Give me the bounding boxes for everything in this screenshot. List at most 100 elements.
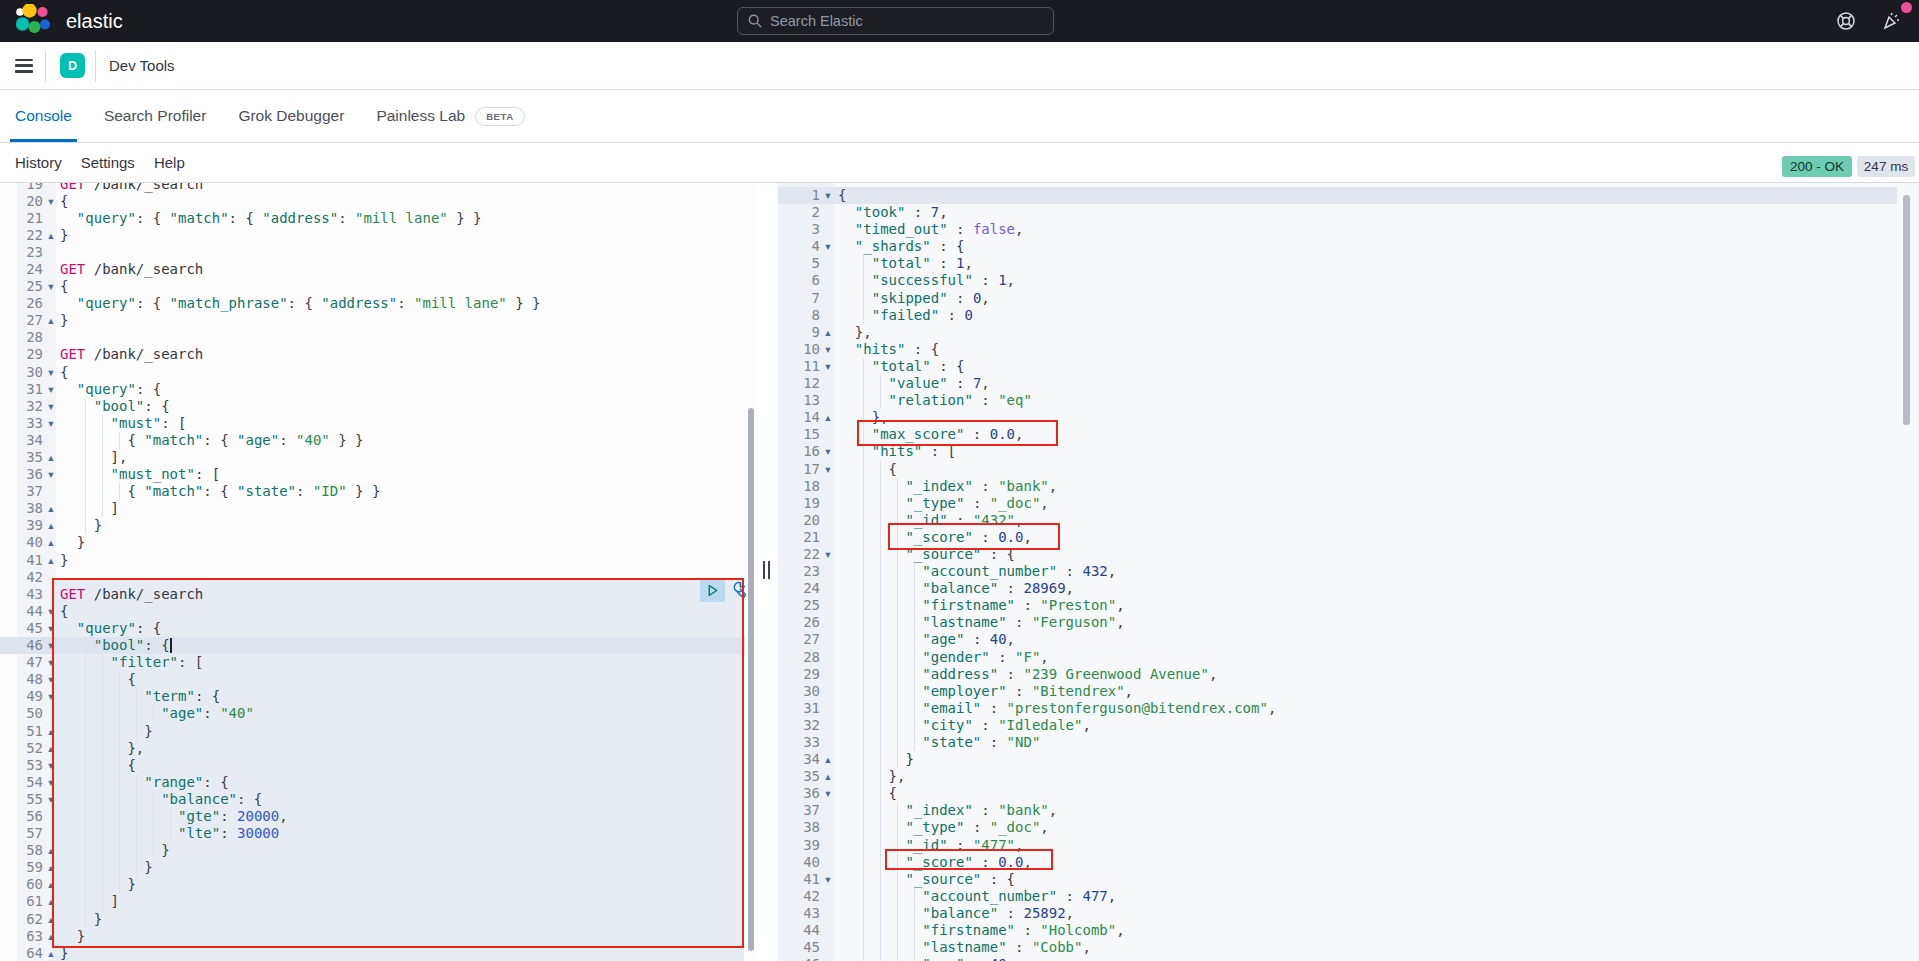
tab-console[interactable]: Console bbox=[15, 90, 72, 142]
code-line[interactable]: 29GET /bank/_search bbox=[0, 346, 756, 363]
fold-icon[interactable]: ▾ bbox=[820, 871, 836, 888]
fold-icon[interactable]: ▴ bbox=[43, 859, 59, 876]
code-line[interactable]: 47▾ "filter": [ bbox=[0, 654, 756, 671]
fold-icon[interactable]: ▾ bbox=[820, 461, 836, 478]
code-line[interactable]: 58▴ } bbox=[0, 842, 756, 859]
code-line[interactable]: 6 "successful" : 1, bbox=[756, 272, 1919, 289]
code-line[interactable]: 52▴ }, bbox=[0, 740, 756, 757]
fold-icon[interactable]: ▾ bbox=[43, 791, 59, 808]
code-line[interactable]: 18 "_index" : "bank", bbox=[756, 478, 1919, 495]
news-button[interactable] bbox=[1881, 0, 1903, 42]
code-line[interactable]: 37 { "match": { "state": "ID" } } bbox=[0, 483, 756, 500]
fold-icon[interactable]: ▴ bbox=[43, 842, 59, 859]
fold-icon[interactable]: ▴ bbox=[43, 911, 59, 928]
code-line[interactable]: 10▾ "hits" : { bbox=[756, 341, 1919, 358]
code-line[interactable]: 39 "_id" : "477", bbox=[756, 837, 1919, 854]
code-line[interactable]: 42 "account_number" : 477, bbox=[756, 888, 1919, 905]
code-line[interactable]: 33 "state" : "ND" bbox=[756, 734, 1919, 751]
fold-icon[interactable]: ▴ bbox=[43, 893, 59, 910]
fold-icon[interactable]: ▾ bbox=[820, 358, 836, 375]
code-line[interactable]: 40▴ } bbox=[0, 534, 756, 551]
code-line[interactable]: 37 "_index" : "bank", bbox=[756, 802, 1919, 819]
code-line[interactable]: 13 "relation" : "eq" bbox=[756, 392, 1919, 409]
code-line[interactable]: 11▾ "total" : { bbox=[756, 358, 1919, 375]
code-line[interactable]: 22▴} bbox=[0, 227, 756, 244]
code-line[interactable]: 33▾ "must": [ bbox=[0, 415, 756, 432]
fold-icon[interactable]: ▴ bbox=[43, 449, 59, 466]
code-line[interactable]: 63▴ } bbox=[0, 928, 756, 945]
code-line[interactable]: 39▴ } bbox=[0, 517, 756, 534]
code-line[interactable]: 34▴ } bbox=[756, 751, 1919, 768]
fold-icon[interactable]: ▴ bbox=[43, 534, 59, 551]
code-line[interactable]: 57 "lte": 30000 bbox=[0, 825, 756, 842]
fold-icon[interactable]: ▴ bbox=[43, 928, 59, 945]
code-line[interactable]: 31 "email" : "prestonferguson@bitendrex.… bbox=[756, 700, 1919, 717]
code-line[interactable]: 34 { "match": { "age": "40" } } bbox=[0, 432, 756, 449]
elastic-brand[interactable]: elastic bbox=[13, 0, 123, 42]
code-line[interactable]: 42 bbox=[0, 569, 756, 586]
right-scrollbar[interactable] bbox=[1903, 195, 1910, 425]
code-line[interactable]: 60▴ } bbox=[0, 876, 756, 893]
fold-icon[interactable]: ▴ bbox=[43, 740, 59, 757]
code-line[interactable]: 44▾{ bbox=[0, 603, 756, 620]
fold-icon[interactable]: ▾ bbox=[43, 466, 59, 483]
fold-icon[interactable]: ▾ bbox=[43, 620, 59, 637]
code-line[interactable]: 24 "balance" : 28969, bbox=[756, 580, 1919, 597]
pane-resize-handle[interactable] bbox=[763, 561, 772, 579]
left-scrollbar[interactable] bbox=[748, 408, 754, 951]
code-line[interactable]: 1▾{ bbox=[756, 187, 1919, 204]
fold-icon[interactable]: ▾ bbox=[43, 603, 59, 620]
code-line[interactable]: 16▾ "hits" : [ bbox=[756, 443, 1919, 460]
code-line[interactable]: 30 "employer" : "Bitendrex", bbox=[756, 683, 1919, 700]
code-line[interactable]: 31▾ "query": { bbox=[0, 381, 756, 398]
send-request-button[interactable] bbox=[700, 578, 725, 602]
code-line[interactable]: 23 bbox=[0, 244, 756, 261]
fold-icon[interactable]: ▴ bbox=[43, 500, 59, 517]
menu-settings[interactable]: Settings bbox=[81, 154, 135, 171]
fold-icon[interactable]: ▴ bbox=[820, 768, 836, 785]
code-line[interactable]: 15 "max_score" : 0.0, bbox=[756, 426, 1919, 443]
request-options-button[interactable] bbox=[726, 579, 749, 603]
code-line[interactable]: 35▴ ], bbox=[0, 449, 756, 466]
menu-history[interactable]: History bbox=[15, 154, 62, 171]
code-line[interactable]: 53▾ { bbox=[0, 757, 756, 774]
code-line[interactable]: 20▾{ bbox=[0, 193, 756, 210]
code-line[interactable]: 62▴ } bbox=[0, 911, 756, 928]
code-line[interactable]: 54▾ "range": { bbox=[0, 774, 756, 791]
code-line[interactable]: 45▾ "query": { bbox=[0, 620, 756, 637]
code-line[interactable]: 17▾ { bbox=[756, 461, 1919, 478]
code-line[interactable]: 32▾ "bool": { bbox=[0, 398, 756, 415]
menu-icon[interactable] bbox=[15, 59, 33, 73]
fold-icon[interactable]: ▴ bbox=[43, 517, 59, 534]
code-line[interactable]: 48▾ { bbox=[0, 671, 756, 688]
fold-icon[interactable]: ▾ bbox=[820, 785, 836, 802]
fold-icon[interactable]: ▾ bbox=[43, 398, 59, 415]
fold-icon[interactable]: ▾ bbox=[43, 278, 59, 295]
code-line[interactable]: 43 "balance" : 25892, bbox=[756, 905, 1919, 922]
code-line[interactable]: 46▾ "bool": { bbox=[0, 637, 756, 654]
code-line[interactable]: 21 "_score" : 0.0, bbox=[756, 529, 1919, 546]
code-line[interactable]: 20 "_id" : "432", bbox=[756, 512, 1919, 529]
fold-icon[interactable]: ▾ bbox=[43, 364, 59, 381]
code-line[interactable]: 46 "age" : 40, bbox=[756, 956, 1919, 961]
code-line[interactable]: 56 "gte": 20000, bbox=[0, 808, 756, 825]
code-line[interactable]: 7 "skipped" : 0, bbox=[756, 290, 1919, 307]
fold-icon[interactable]: ▾ bbox=[43, 757, 59, 774]
code-line[interactable]: 27▴} bbox=[0, 312, 756, 329]
code-line[interactable]: 2 "took" : 7, bbox=[756, 204, 1919, 221]
fold-icon[interactable]: ▾ bbox=[43, 637, 59, 654]
tab-painless-lab[interactable]: Painless LabBETA bbox=[376, 90, 524, 142]
fold-icon[interactable]: ▴ bbox=[820, 324, 836, 341]
code-line[interactable]: 35▴ }, bbox=[756, 768, 1919, 785]
code-line[interactable]: 26 "lastname" : "Ferguson", bbox=[756, 614, 1919, 631]
code-line[interactable]: 40 "_score" : 0.0, bbox=[756, 854, 1919, 871]
code-line[interactable]: 26 "query": { "match_phrase": { "address… bbox=[0, 295, 756, 312]
fold-icon[interactable]: ▾ bbox=[43, 415, 59, 432]
code-line[interactable]: 24GET /bank/_search bbox=[0, 261, 756, 278]
code-line[interactable]: 25▾{ bbox=[0, 278, 756, 295]
code-line[interactable]: 19GET /bank/_search bbox=[0, 183, 756, 193]
fold-icon[interactable]: ▴ bbox=[43, 552, 59, 569]
code-line[interactable]: 4▾ "_shards" : { bbox=[756, 238, 1919, 255]
fold-icon[interactable]: ▴ bbox=[43, 312, 59, 329]
fold-icon[interactable]: ▾ bbox=[820, 546, 836, 563]
